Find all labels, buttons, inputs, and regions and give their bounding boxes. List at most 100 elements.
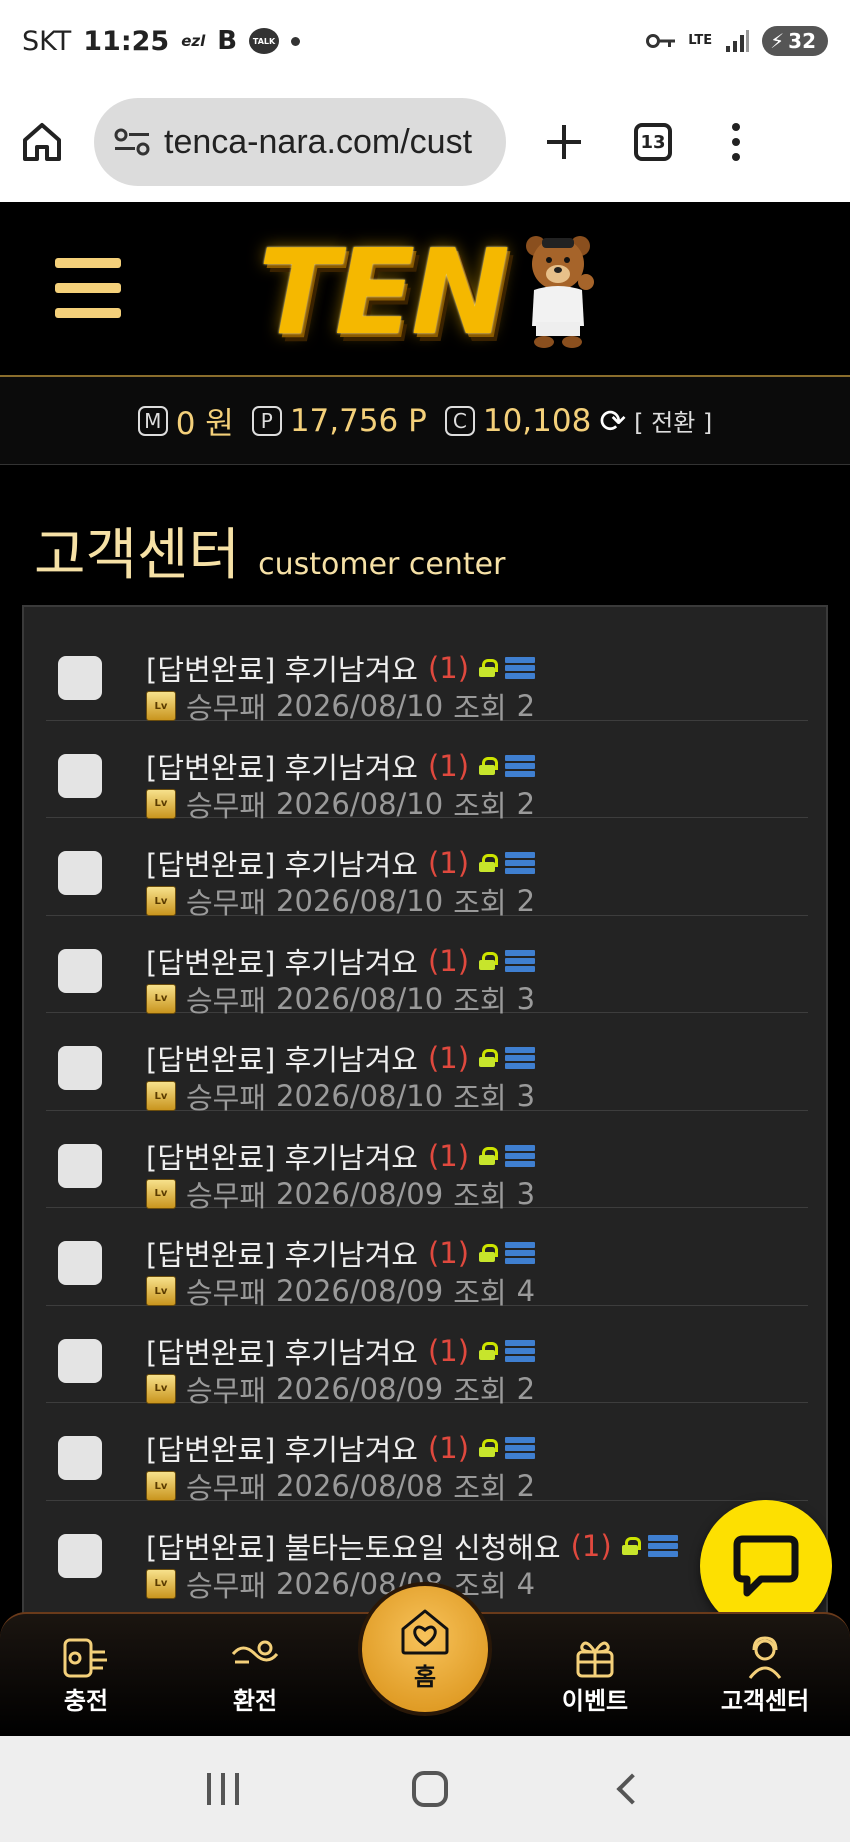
member-level-icon: Lv (146, 691, 176, 721)
nav-event[interactable]: 이벤트 (535, 1622, 655, 1732)
list-icon (505, 1047, 536, 1069)
home-icon[interactable] (20, 120, 64, 164)
post-date: 2026/08/08 (276, 1469, 444, 1503)
post-checkbox[interactable] (58, 1338, 102, 1383)
member-level-icon: Lv (146, 1081, 176, 1111)
post-title-line[interactable]: [답변완료] 불타는토요일 신청해요 (1) (146, 1525, 678, 1567)
post-checkbox[interactable] (58, 1436, 102, 1480)
comment-count: (1) (427, 748, 470, 783)
post-checkbox[interactable] (58, 1241, 102, 1285)
post-row[interactable]: [답변완료] 후기남겨요 (1) Lv 승무패 2026/08/10 조회 2 (46, 818, 808, 920)
points-bar: M 0 원 P 17,756 P C 10,108 ⟳ [ 전환 ] (0, 377, 850, 465)
key-icon (646, 34, 676, 48)
post-title[interactable]: [답변완료] 후기남겨요 (146, 842, 418, 884)
nav-exchange[interactable]: 환전 (195, 1622, 315, 1732)
post-checkbox[interactable] (58, 851, 102, 895)
recent-apps-button[interactable] (206, 1773, 239, 1805)
battery-level: 32 (788, 29, 816, 53)
post-title[interactable]: [답변완료] 후기남겨요 (146, 1232, 418, 1274)
post-checkbox[interactable] (58, 656, 102, 700)
post-row[interactable]: [답변완료] 후기남겨요 (1) Lv 승무패 2026/08/09 조회 4 (46, 1208, 808, 1310)
lock-icon (479, 1146, 499, 1165)
member-level-icon: Lv (146, 788, 176, 819)
network-type: LTE (688, 33, 713, 48)
convert-button[interactable]: [ 전환 ] (634, 403, 712, 438)
lock-icon (479, 1341, 499, 1360)
views-count: 4 (516, 1566, 536, 1601)
post-title-line[interactable]: [답변완료] 후기남겨요 (1) (146, 1135, 536, 1177)
post-row[interactable]: [답변완료] 후기남겨요 (1) Lv 승무패 2026/08/10 조회 3 (46, 1013, 808, 1115)
post-checkbox[interactable] (58, 1046, 102, 1090)
post-title-line[interactable]: [답변완료] 후기남겨요 (1) (146, 842, 536, 884)
site-logo[interactable]: TEN (258, 222, 598, 362)
post-title[interactable]: [답변완료] 후기남겨요 (146, 1427, 418, 1469)
url-text: tenca-nara.com/cust (164, 122, 473, 161)
more-notifications-icon (291, 36, 301, 46)
post-title[interactable]: [답변완료] 후기남겨요 (146, 745, 418, 787)
nav-charge[interactable]: 충전 (26, 1622, 146, 1732)
chat-bubble-icon (733, 1535, 799, 1597)
post-title-line[interactable]: [답변완료] 후기남겨요 (1) (146, 1427, 536, 1469)
logo-text: TEN (258, 223, 510, 361)
exchange-icon (231, 1640, 279, 1664)
charge-icon (63, 1638, 107, 1678)
post-title-line[interactable]: [답변완료] 후기남겨요 (1) (146, 1330, 536, 1372)
new-tab-icon[interactable] (544, 122, 584, 162)
tab-switcher-button[interactable]: 13 (634, 123, 672, 161)
clock: 11:25 (83, 25, 170, 57)
gift-icon (576, 1641, 614, 1678)
post-title[interactable]: [답변완료] 불타는토요일 신청해요 (146, 1525, 561, 1567)
post-date: 2026/08/10 (276, 786, 444, 821)
post-title[interactable]: [답변완료] 후기남겨요 (146, 647, 418, 689)
views-count: 3 (516, 1176, 536, 1211)
post-checkbox[interactable] (58, 753, 102, 798)
site-settings-icon[interactable] (114, 127, 150, 157)
post-title[interactable]: [답변완료] 후기남겨요 (146, 940, 418, 982)
comment-count: (1) (427, 943, 470, 978)
list-icon (505, 1242, 536, 1264)
nav-charge-label: 충전 (63, 1687, 109, 1715)
nav-home[interactable]: 홈 (358, 1582, 492, 1716)
address-bar[interactable]: tenca-nara.com/cust (94, 98, 506, 186)
signal-icon (726, 30, 750, 52)
post-checkbox[interactable] (58, 1533, 102, 1578)
member-level-icon: Lv (146, 1276, 176, 1306)
post-row[interactable]: [답변완료] 후기남겨요 (1) Lv 승무패 2026/08/08 조회 2 (46, 1403, 808, 1505)
hamburger-menu-icon[interactable] (55, 258, 121, 318)
post-row[interactable]: [답변완료] 후기남겨요 (1) Lv 승무패 2026/08/09 조회 2 (46, 1306, 808, 1408)
views-count: 2 (516, 1469, 536, 1503)
post-title-line[interactable]: [답변완료] 후기남겨요 (1) (146, 1037, 536, 1079)
post-checkbox[interactable] (58, 948, 102, 993)
post-title-line[interactable]: [답변완료] 후기남겨요 (1) (146, 745, 536, 787)
post-meta: Lv 승무패 2026/08/08 조회 4 (146, 1563, 535, 1605)
status-right: LTE ⚡ 32 (646, 26, 828, 56)
browser-menu-icon[interactable] (732, 123, 740, 161)
post-date: 2026/08/10 (276, 1079, 444, 1113)
post-title-line[interactable]: [답변완료] 후기남겨요 (1) (146, 647, 536, 689)
post-title[interactable]: [답변완료] 후기남겨요 (146, 1037, 418, 1079)
status-left: SKT 11:25 ezl B TALK (22, 25, 301, 57)
post-title[interactable]: [답변완료] 후기남겨요 (146, 1135, 418, 1177)
post-title-line[interactable]: [답변완료] 후기남겨요 (1) (146, 1232, 536, 1274)
list-icon (505, 754, 536, 777)
nav-exchange-label: 환전 (232, 1687, 278, 1715)
refresh-icon[interactable]: ⟳ (599, 402, 626, 440)
b-app-icon: B (217, 26, 238, 56)
views-count: 2 (516, 689, 536, 723)
status-bar: SKT 11:25 ezl B TALK LTE ⚡ 32 (0, 0, 850, 82)
post-title[interactable]: [답변완료] 후기남겨요 (146, 1330, 418, 1372)
post-date: 2026/08/09 (276, 1176, 444, 1211)
nav-support[interactable]: 고객센터 (705, 1622, 825, 1732)
post-row[interactable]: [답변완료] 후기남겨요 (1) Lv 승무패 2026/08/10 조회 3 (46, 916, 808, 1018)
post-row[interactable]: [답변완료] 후기남겨요 (1) Lv 승무패 2026/08/10 조회 2 (46, 721, 808, 823)
member-level-icon: Lv (146, 1373, 176, 1404)
home-heart-icon (401, 1609, 449, 1654)
post-checkbox[interactable] (58, 1143, 102, 1188)
views-count: 4 (516, 1274, 536, 1308)
post-row[interactable]: [답변완료] 후기남겨요 (1) Lv 승무패 2026/08/09 조회 3 (46, 1111, 808, 1213)
post-row[interactable]: [답변완료] 후기남겨요 (1) Lv 승무패 2026/08/10 조회 2 (46, 623, 808, 725)
post-title-line[interactable]: [답변완료] 후기남겨요 (1) (146, 940, 536, 982)
android-home-button[interactable] (411, 1771, 448, 1807)
post-date: 2026/08/10 (276, 981, 444, 1016)
back-button[interactable] (616, 1773, 648, 1805)
